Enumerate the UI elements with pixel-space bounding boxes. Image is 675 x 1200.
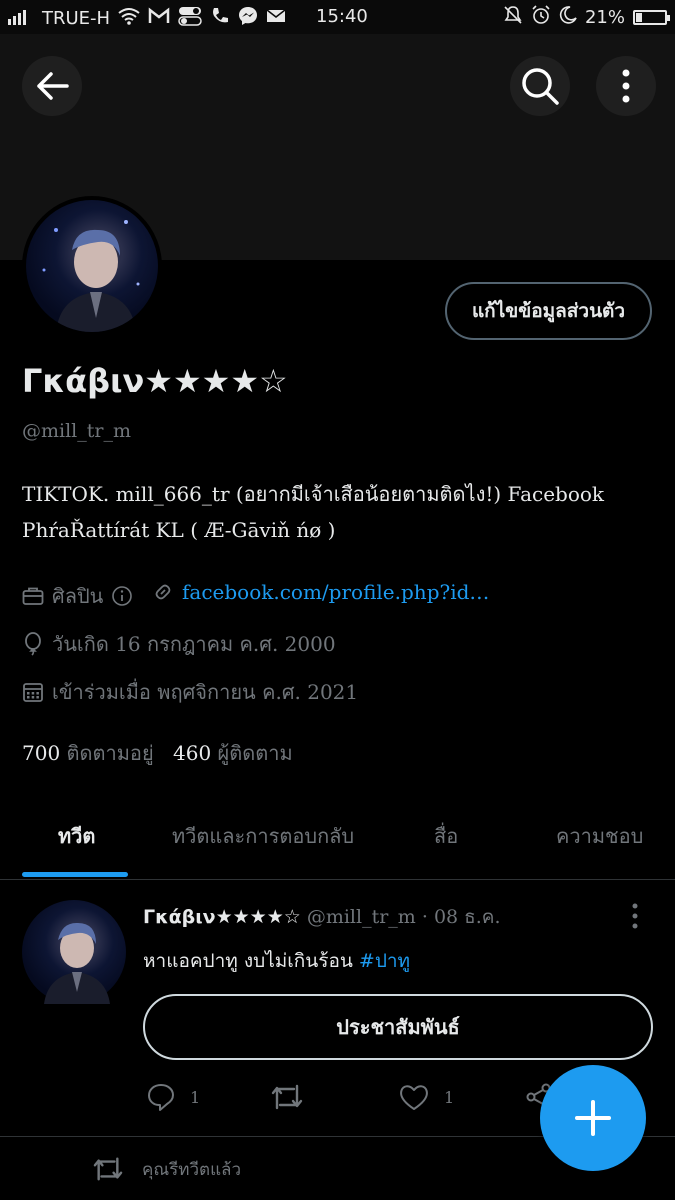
tweet-hashtag[interactable]: #ปาทู — [359, 950, 410, 972]
clock: 15:40 — [316, 6, 368, 27]
tweet-dot: · — [421, 906, 428, 928]
profile-name: Γκάβιν★★★★☆ — [22, 362, 288, 400]
following-count: 700 — [22, 741, 61, 765]
balloon-icon — [25, 632, 41, 656]
reply-button[interactable]: 1 — [146, 1082, 200, 1112]
search-icon — [522, 68, 559, 105]
followers-count: 460 — [173, 741, 212, 765]
carrier-label: TRUE-H — [42, 8, 111, 29]
profile-handle: @mill_tr_m — [22, 420, 131, 442]
tweet-header: Γκάβιν★★★★☆ @mill_tr_m · 08 ธ.ค. — [143, 902, 501, 932]
compose-tweet-button[interactable] — [540, 1065, 646, 1171]
battery-percent: 21% — [584, 7, 625, 28]
mail-icon — [266, 8, 286, 29]
toggle-icon — [178, 6, 202, 31]
tweet-avatar[interactable] — [22, 900, 126, 1004]
tweet-author-name[interactable]: Γκάβιν★★★★☆ — [143, 906, 301, 928]
birthday-text: วันเกิด 16 กรกฎาคม ค.ศ. 2000 — [52, 632, 336, 656]
profile-birthday: วันเกิด 16 กรกฎาคม ค.ศ. 2000 — [22, 628, 336, 660]
category-label: ศิลปิน — [52, 584, 104, 608]
retweet-icon — [271, 1084, 303, 1110]
phone-icon — [210, 6, 230, 31]
more-vertical-icon — [622, 69, 630, 103]
profile-link[interactable]: facebook.com/profile.php?id… — [152, 580, 489, 604]
alarm-icon — [531, 5, 551, 30]
following-link[interactable]: 700 ติดตามอยู่ — [22, 737, 154, 769]
followers-label: ผู้ติดตาม — [217, 741, 293, 765]
calendar-icon — [23, 683, 43, 702]
profile-category: ศิลปิน — [22, 580, 133, 612]
battery-icon — [633, 10, 670, 25]
more-options-button[interactable] — [596, 56, 656, 116]
link-icon — [155, 584, 171, 600]
heart-icon — [400, 1085, 428, 1110]
joined-text: เข้าร่วมเมื่อ พฤศจิกายน ค.ศ. 2021 — [52, 680, 359, 704]
following-label: ติดตามอยู่ — [66, 741, 154, 765]
retweet-icon — [93, 1157, 123, 1181]
retweeted-indicator: คุณรีทวีตแล้ว — [92, 1155, 241, 1183]
profile-avatar[interactable] — [22, 196, 162, 336]
profile-link-text[interactable]: facebook.com/profile.php?id… — [182, 580, 489, 604]
tweet-body: หาแอคปาทู งบไม่เกินร้อน — [143, 950, 359, 972]
profile-joined: เข้าร่วมเมื่อ พฤศจิกายน ค.ศ. 2021 — [22, 676, 358, 708]
promote-button[interactable]: ประชาสัมพันธ์ — [143, 994, 653, 1060]
gmail-icon — [148, 7, 170, 30]
back-arrow-icon — [37, 72, 69, 100]
followers-link[interactable]: 460 ผู้ติดตาม — [173, 737, 293, 769]
tab-media[interactable]: สื่อ — [434, 820, 458, 852]
retweet-button[interactable] — [270, 1082, 304, 1112]
messenger-icon — [238, 6, 258, 31]
moon-icon — [559, 6, 577, 29]
tab-tweets-and-replies[interactable]: ทวีตและการตอบกลับ — [172, 820, 354, 852]
tweet-date[interactable]: 08 ธ.ค. — [434, 906, 501, 928]
retweeted-label: คุณรีทวีตแล้ว — [142, 1159, 241, 1180]
bio-line-1: TIKTOK. mill_666_tr (อยากมีเจ้าเสือน้อยต… — [22, 482, 605, 506]
back-button[interactable] — [22, 56, 82, 116]
signal-icon — [8, 7, 34, 30]
edit-profile-button[interactable]: แก้ไขข้อมูลส่วนตัว — [445, 282, 652, 340]
tweet-more-button[interactable] — [630, 903, 640, 933]
like-count: 1 — [444, 1087, 455, 1107]
tweet-author-handle[interactable]: @mill_tr_m — [307, 906, 416, 928]
wifi-icon — [118, 7, 140, 30]
tweet-avatar-image — [44, 922, 110, 1004]
briefcase-icon — [22, 587, 44, 605]
reply-icon — [148, 1084, 174, 1111]
tweet-text: หาแอคปาทู งบไม่เกินร้อน #ปาทู — [143, 946, 410, 976]
more-vertical-icon — [632, 903, 638, 929]
muted-bell-icon — [503, 5, 523, 30]
active-tab-indicator — [22, 872, 128, 877]
info-icon[interactable] — [111, 585, 133, 607]
status-bar: TRUE-H 15:40 21% — [0, 0, 675, 34]
like-button[interactable]: 1 — [398, 1082, 454, 1112]
reply-count: 1 — [190, 1087, 201, 1107]
tab-tweets[interactable]: ทวีต — [58, 820, 95, 852]
tab-likes[interactable]: ความชอบ — [556, 820, 643, 852]
avatar-image — [42, 220, 140, 332]
tab-divider — [0, 879, 675, 880]
plus-icon — [575, 1100, 611, 1136]
bio-line-2: PhŕaŘattírát KL ( Æ-Gāviň ńø ) — [22, 518, 336, 542]
search-button[interactable] — [510, 56, 570, 116]
